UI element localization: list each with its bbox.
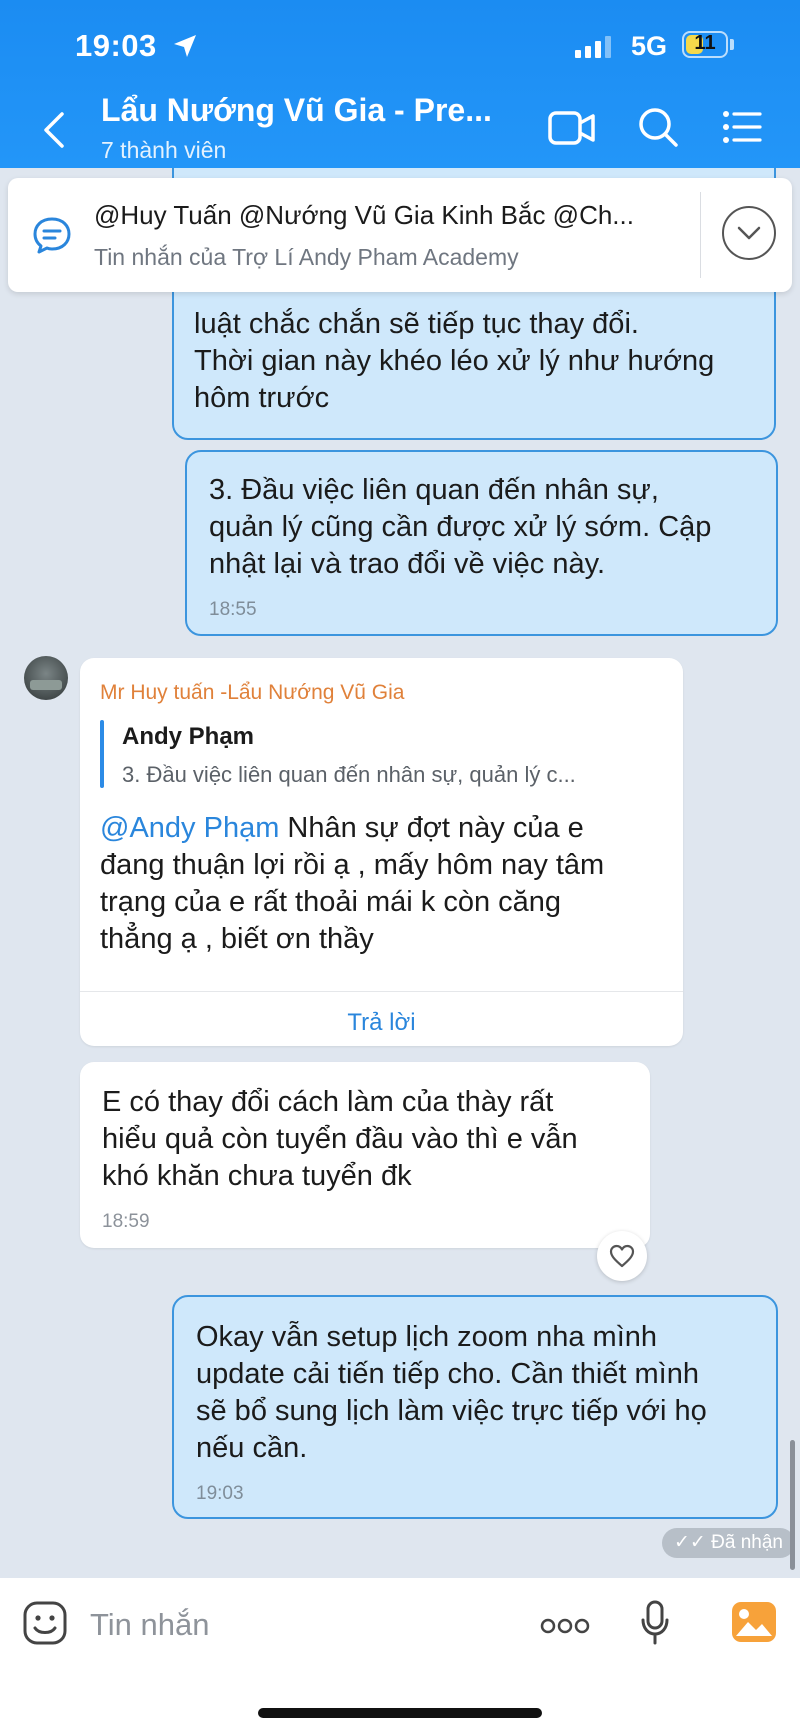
sticker-button[interactable] [22, 1600, 68, 1646]
video-call-button[interactable] [548, 108, 596, 148]
avatar[interactable] [24, 656, 68, 700]
message-time: 18:59 [102, 1211, 150, 1232]
pinned-subtitle: Tin nhắn của Trợ Lí Andy Pham Academy [94, 244, 519, 270]
microphone-button[interactable] [640, 1600, 670, 1646]
react-button[interactable] [597, 1231, 647, 1281]
member-count[interactable]: 7 thành viên [101, 137, 226, 164]
sender-name[interactable]: Mr Huy tuấn -Lẩu Nướng Vũ Gia [100, 674, 404, 711]
my-message-bubble[interactable]: 3. Đầu việc liên quan đến nhân sự, quản … [185, 450, 778, 636]
more-options-button[interactable] [540, 1618, 590, 1634]
location-arrow-icon [174, 35, 196, 57]
message-text: Okay vẫn setup lịch zoom nha mình [196, 1321, 658, 1353]
chevron-down-icon [737, 226, 761, 240]
mention-link[interactable]: @Andy Phạm [100, 812, 279, 844]
chat-title[interactable]: Lẩu Nướng Vũ Gia - Pre... [101, 92, 492, 129]
message-text: E có thay đổi cách làm của thày rất [102, 1086, 554, 1118]
message-text: Nhân sự đợt này của e [279, 812, 584, 844]
quoted-text[interactable]: 3. Đầu việc liên quan đến nhân sự, quản … [122, 756, 576, 793]
message-text: update cải tiến tiếp cho. Cần thiết mình [196, 1358, 699, 1390]
delivery-status-label: Đã nhận [711, 1532, 783, 1553]
heart-icon [609, 1244, 635, 1268]
back-button[interactable] [40, 110, 70, 150]
image-gallery-button[interactable] [730, 1600, 778, 1644]
message-text: nhật lại và trao đổi về việc này. [209, 548, 606, 580]
delivery-status: ✓✓ Đã nhận [662, 1528, 795, 1558]
double-check-icon: ✓✓ [674, 1532, 706, 1553]
message-text: nếu cần. [196, 1432, 308, 1464]
message-text: luật chắc chắn sẽ tiếp tục thay đổi. [194, 308, 639, 340]
quoted-author[interactable]: Andy Phạm [122, 718, 254, 755]
message-time: 19:03 [196, 1483, 244, 1504]
message-text: Thời gian này khéo léo xử lý như hướng [194, 345, 715, 377]
home-indicator [258, 1708, 542, 1718]
message-composer [0, 1578, 800, 1731]
message-text: đang thuận lợi rồi ạ , mấy hôm nay tâm [100, 849, 605, 881]
network-type: 5G [631, 31, 668, 61]
quote-bar [100, 720, 104, 788]
my-message-bubble[interactable]: Okay vẫn setup lịch zoom nha mình update… [172, 1295, 778, 1519]
scrollbar[interactable] [790, 1440, 795, 1570]
reply-message-bubble[interactable]: Mr Huy tuấn -Lẩu Nướng Vũ Gia Andy Phạm … [80, 658, 683, 1046]
menu-list-button[interactable] [722, 110, 762, 144]
message-text: hôm trước [194, 382, 330, 414]
message-text: trạng của e rất thoải mái k còn căng [100, 886, 562, 918]
pinned-title: @Huy Tuấn @Nướng Vũ Gia Kinh Bắc @Ch... [94, 200, 634, 230]
message-time: 18:55 [209, 599, 257, 620]
message-body: @Andy Phạm Nhân sự đợt này của e đang th… [100, 810, 680, 958]
chat-bubble-icon [33, 217, 71, 254]
message-text: quản lý cũng cần được xử lý sớm. Cập [209, 511, 712, 543]
message-text: 3. Đầu việc liên quan đến nhân sự, [209, 474, 659, 506]
incoming-message-bubble[interactable]: E có thay đổi cách làm của thày rất hiểu… [80, 1062, 650, 1248]
battery-cap [730, 39, 734, 50]
search-button[interactable] [637, 106, 679, 148]
message-text: thẳng ạ , biết ơn thầy [100, 923, 374, 955]
pinned-message-card[interactable]: @Huy Tuấn @Nướng Vũ Gia Kinh Bắc @Ch... … [8, 178, 792, 292]
divider [700, 192, 701, 278]
message-text: sẽ bổ sung lịch làm việc trực tiếp với h… [196, 1395, 707, 1427]
divider [80, 991, 683, 992]
reply-button[interactable]: Trả lời [80, 1004, 683, 1041]
battery-percent: 11 [694, 32, 716, 54]
message-text: hiểu quả còn tuyển đầu vào thì e vẫn [102, 1123, 578, 1155]
message-input[interactable] [88, 1600, 512, 1650]
status-time: 19:03 [75, 28, 157, 63]
cellular-signal-icon [575, 36, 611, 58]
expand-pinned-button[interactable] [722, 206, 776, 260]
chat-header: 19:03 5G 11 Lẩu Nướng Vũ Gia - Pre... 7 … [0, 0, 800, 168]
message-text: khó khăn chưa tuyển đk [102, 1160, 412, 1192]
battery-icon: 11 [682, 31, 728, 58]
